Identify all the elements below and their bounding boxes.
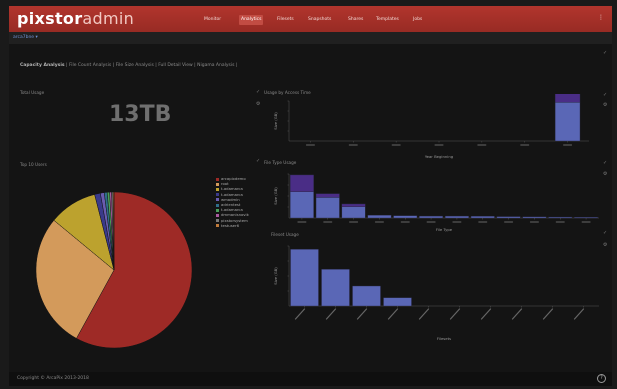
bar	[393, 215, 418, 219]
user-menu[interactable]: arca7bne ▾	[13, 35, 38, 40]
x-axis-label: Filesets	[437, 336, 451, 341]
nav-monitor[interactable]: Monitor	[204, 15, 221, 25]
nav-shares[interactable]: Shares	[348, 15, 363, 25]
nav-jobs[interactable]: Jobs	[413, 15, 422, 25]
total-usage-value: 13TB	[109, 102, 172, 127]
tab-file-size-analysis[interactable]: File Size Analysis	[116, 63, 154, 68]
x-tick-label	[449, 308, 461, 320]
collapse-icon[interactable]: ✓	[256, 158, 260, 164]
fileset-chart: Filesets Size (GB)	[273, 245, 599, 341]
logo-light-text: admin	[82, 9, 135, 28]
legend-swatch	[216, 213, 219, 217]
nav-templates[interactable]: Templates	[376, 15, 399, 25]
legend-swatch	[216, 219, 219, 223]
x-tick-label	[294, 308, 306, 320]
tab-capacity-analysis[interactable]: Capacity Analysis	[20, 63, 65, 68]
bar	[419, 215, 444, 219]
x-tick-label	[511, 308, 523, 320]
footer: Copyright © ArcaPix 2013-2018 ?	[9, 372, 612, 386]
tab-nigama-analysis[interactable]: Nigama Analysis	[197, 63, 234, 68]
bar	[315, 197, 340, 219]
x-tick-label	[573, 308, 585, 320]
legend-swatch	[216, 203, 219, 207]
y-axis-label: Size (GB)	[273, 267, 278, 285]
collapse-icon[interactable]: ✓	[603, 160, 607, 166]
bar	[367, 214, 392, 219]
bar	[341, 203, 366, 207]
tab-full-detail-view[interactable]: Full Detail View	[158, 63, 193, 68]
x-tick-label	[542, 308, 554, 320]
bar	[554, 94, 581, 103]
access-time-chart: Year Beginning Size (GB)	[273, 94, 589, 159]
total-usage-title: Total Usage	[20, 90, 45, 95]
bar	[444, 215, 469, 219]
collapse-icon[interactable]: ✓	[603, 50, 607, 56]
top-users-pie-chart	[35, 191, 193, 349]
settings-icon[interactable]: ⚙	[603, 242, 607, 248]
bar	[470, 216, 495, 219]
collapse-icon[interactable]: ✓	[603, 92, 607, 98]
legend-swatch	[216, 187, 219, 191]
legend-swatch	[216, 193, 219, 197]
nav-snapshots[interactable]: Snapshots	[308, 15, 331, 25]
bar	[352, 285, 381, 307]
bar	[290, 249, 319, 307]
analysis-tabs: Capacity Analysis | File Count Analysis …	[20, 63, 237, 68]
bar	[496, 216, 521, 219]
collapse-icon[interactable]: ✓	[603, 230, 607, 236]
copyright-text: Copyright © ArcaPix 2013-2018	[17, 376, 89, 381]
legend-swatch	[216, 208, 219, 212]
x-axis-label: Year Beginning	[425, 154, 454, 159]
settings-icon[interactable]: ⚙	[256, 101, 260, 107]
bar	[290, 174, 314, 192]
bar	[383, 297, 412, 307]
y-axis-label: Size (GB)	[273, 112, 278, 130]
bar	[315, 193, 340, 198]
logo-bold-text: pixstor	[17, 9, 83, 28]
legend-swatch	[216, 224, 219, 228]
legend-swatch	[216, 182, 219, 186]
tab-separator: |	[235, 63, 238, 68]
settings-icon[interactable]: ⚙	[603, 102, 607, 108]
legend-item[interactable]: testuser6	[216, 223, 249, 228]
app-logo[interactable]: pixstoradmin	[17, 9, 134, 28]
help-icon[interactable]: ?	[597, 374, 606, 383]
bar	[574, 217, 599, 219]
bar	[290, 191, 314, 219]
top-users-title: Top 10 Users	[20, 162, 47, 167]
x-tick-label	[418, 308, 430, 320]
x-axis-label: File Type	[436, 227, 453, 232]
x-tick-label	[480, 308, 492, 320]
legend-label: testuser6	[221, 222, 239, 228]
bar	[341, 206, 366, 219]
settings-icon[interactable]: ⚙	[603, 171, 607, 177]
bar	[522, 216, 547, 219]
top-navbar: pixstoradmin Monitor Analytics Filesets …	[9, 6, 612, 32]
x-tick-label	[356, 308, 368, 320]
x-tick-label	[387, 308, 399, 320]
vertical-dots-icon[interactable]: ⋮	[598, 14, 604, 21]
nav-analytics[interactable]: Analytics	[239, 15, 264, 25]
app-window: pixstoradmin Monitor Analytics Filesets …	[9, 6, 612, 386]
bar	[554, 102, 581, 142]
x-tick-label	[325, 308, 337, 320]
legend-swatch	[216, 198, 219, 202]
legend-swatch	[216, 177, 219, 181]
file-type-chart: File Type Size (GB)	[273, 173, 599, 232]
bar	[321, 269, 350, 307]
sub-bar: arca7bne ▾	[9, 32, 612, 44]
y-axis-label: Size (GB)	[273, 187, 278, 205]
bar	[548, 216, 573, 219]
pie-legend: arcapixdemo root t-adamarca t-adamarca wmadm…	[216, 176, 249, 228]
tab-file-count-analysis[interactable]: File Count Analysis	[69, 63, 111, 68]
nav-filesets[interactable]: Filesets	[277, 15, 294, 25]
collapse-icon[interactable]: ✓	[256, 89, 260, 95]
